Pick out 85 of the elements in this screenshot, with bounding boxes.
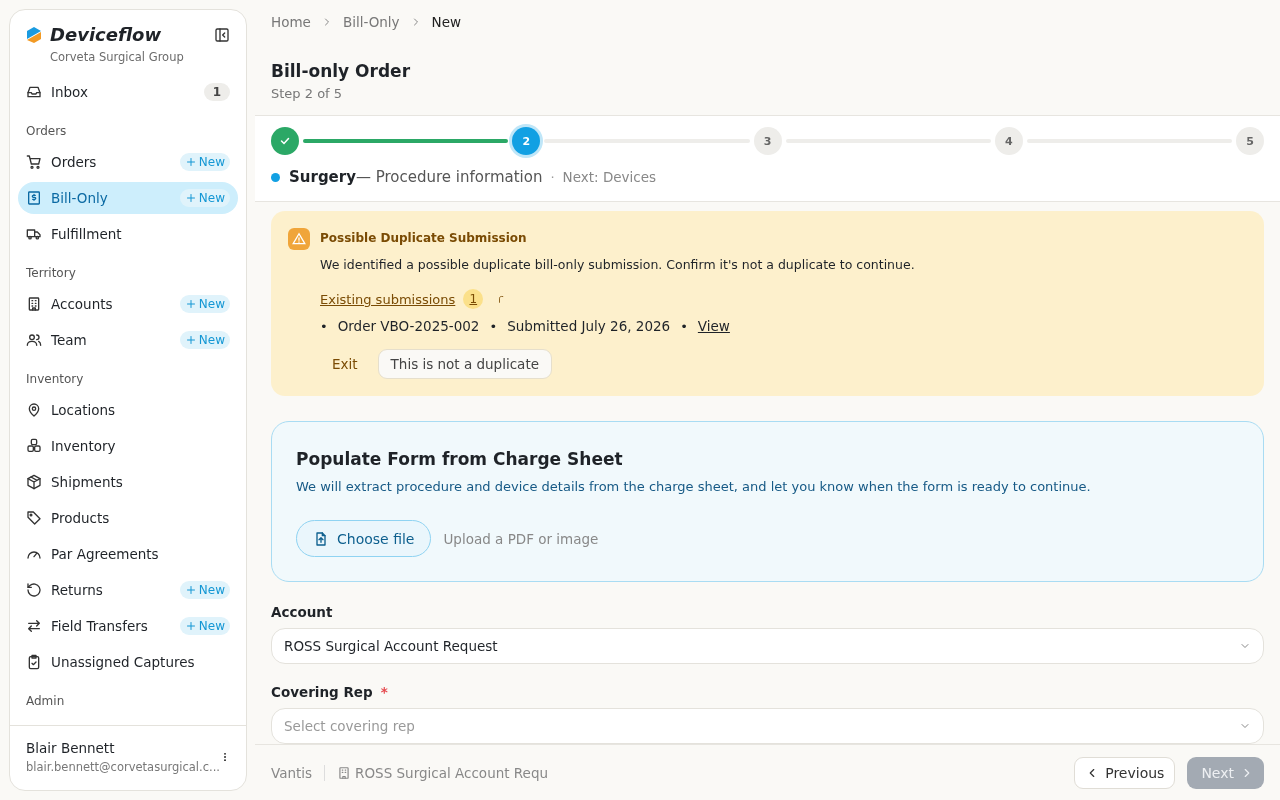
sidebar-item[interactable]: Shipments bbox=[18, 466, 238, 498]
plus-icon bbox=[184, 334, 197, 346]
count-badge: 1 bbox=[203, 83, 230, 101]
plus-icon bbox=[184, 620, 197, 632]
separator: • bbox=[680, 318, 688, 334]
account-name: ROSS Surgical Account Requ bbox=[355, 764, 549, 781]
step-indicator[interactable] bbox=[271, 127, 299, 155]
truck-icon bbox=[26, 226, 42, 242]
boxes-icon bbox=[26, 438, 42, 454]
section-heading: Admin bbox=[25, 693, 66, 710]
sidebar-item[interactable]: Inventory bbox=[18, 430, 238, 462]
separator: • bbox=[489, 318, 498, 334]
section-heading: Inventory bbox=[25, 371, 85, 388]
sidebar-item[interactable]: Unassigned Captures bbox=[18, 646, 238, 678]
required-mark: * bbox=[380, 684, 388, 700]
submitted-date: Submitted July 26, 2026 bbox=[507, 318, 671, 334]
order-number: Order VBO-2025-002 bbox=[337, 318, 480, 334]
sidebar-item[interactable]: Accounts New bbox=[18, 288, 238, 320]
clipboard-check-icon bbox=[26, 654, 42, 670]
separator: · bbox=[550, 170, 555, 185]
sidebar-item[interactable]: Products bbox=[18, 502, 238, 534]
breadcrumb-link[interactable]: Bill-Only bbox=[342, 14, 400, 30]
card-title: Populate Form from Charge Sheet bbox=[296, 449, 624, 469]
upload-hint: Upload a PDF or image bbox=[443, 530, 599, 547]
people-icon bbox=[26, 332, 42, 348]
bullet: • bbox=[320, 318, 328, 334]
not-duplicate-button[interactable]: This is not a duplicate bbox=[377, 349, 552, 379]
choose-file-button[interactable]: Choose file bbox=[296, 520, 432, 557]
previous-button[interactable]: Previous bbox=[1074, 756, 1176, 789]
file-upload-icon bbox=[313, 530, 329, 547]
breadcrumb-link[interactable]: New bbox=[431, 14, 461, 30]
next-step-label: Next: Devices bbox=[562, 169, 657, 185]
step-name: Surgery bbox=[289, 168, 356, 186]
alert-title: Possible Duplicate Submission bbox=[320, 231, 528, 245]
field-label: Account bbox=[271, 604, 333, 620]
inbox-icon bbox=[26, 84, 42, 100]
organization-name: Corveta Surgical Group bbox=[49, 49, 185, 64]
alert-message: We identified a possible duplicate bill-only submission. Confirm it's not a duplicate to continue. bbox=[320, 257, 916, 272]
step-indicator[interactable]: 5 bbox=[1236, 127, 1264, 155]
sidebar-item[interactable]: Locations bbox=[18, 394, 238, 426]
step-description: — Procedure information bbox=[355, 168, 543, 186]
location-pin-icon bbox=[26, 402, 42, 418]
brand-name: Deviceflow bbox=[50, 24, 163, 45]
checkmark-icon bbox=[279, 135, 291, 147]
logo-icon bbox=[26, 26, 42, 43]
company-name: Vantis bbox=[271, 764, 313, 781]
package-icon bbox=[26, 474, 42, 490]
field-label: Covering Rep bbox=[271, 684, 373, 700]
sidebar-item[interactable]: Orders New bbox=[18, 146, 238, 178]
existing-submissions-link[interactable]: Existing submissions bbox=[320, 291, 456, 307]
sidebar-item[interactable]: Bill-Only New bbox=[18, 182, 238, 214]
cart-icon bbox=[26, 154, 42, 170]
plus-icon bbox=[184, 298, 197, 310]
status-dot bbox=[271, 172, 280, 182]
sidebar-item[interactable]: Par Agreements bbox=[18, 538, 238, 570]
warning-icon bbox=[288, 228, 310, 250]
section-heading: Territory bbox=[25, 265, 77, 282]
building-icon bbox=[337, 765, 352, 780]
tag-icon bbox=[26, 510, 42, 526]
page-subtitle: Step 2 of 5 bbox=[270, 85, 344, 103]
sidebar-item[interactable]: Field Transfers New bbox=[18, 610, 238, 642]
count-badge: 1 bbox=[463, 289, 484, 309]
section-heading: Orders bbox=[25, 123, 68, 140]
sidebar-item[interactable]: Fulfillment bbox=[18, 218, 238, 250]
collapse-sidebar-icon bbox=[214, 26, 230, 43]
card-description: We will extract procedure and device details from the charge sheet, and let you know when the form is ready to continue. bbox=[296, 479, 1092, 494]
sidebar-item[interactable]: Inbox 1 bbox=[18, 76, 238, 108]
user-name: Blair Bennett bbox=[26, 740, 116, 756]
step-indicator[interactable]: 3 bbox=[753, 127, 782, 155]
select-field[interactable]: ROSS Surgical Account Request bbox=[271, 628, 1264, 664]
view-link[interactable]: View bbox=[697, 318, 730, 334]
sidebar-item[interactable]: Team New bbox=[18, 324, 238, 356]
page-title: Bill-only Order bbox=[270, 60, 412, 81]
plus-icon bbox=[184, 192, 197, 204]
step-indicator[interactable]: 4 bbox=[994, 127, 1023, 155]
swap-arrows-icon bbox=[26, 618, 42, 634]
exit-button[interactable]: Exit bbox=[320, 349, 370, 379]
user-email: blair.bennett@corvetasurgical.c... bbox=[26, 760, 220, 774]
breadcrumb-link[interactable]: Home bbox=[271, 14, 311, 30]
sidebar-item[interactable]: Returns New bbox=[18, 574, 238, 606]
dollar-receipt-icon bbox=[26, 190, 42, 206]
plus-icon bbox=[184, 584, 197, 596]
undo-circle-icon bbox=[26, 582, 42, 598]
plus-icon bbox=[184, 156, 197, 168]
building-icon bbox=[26, 296, 42, 312]
